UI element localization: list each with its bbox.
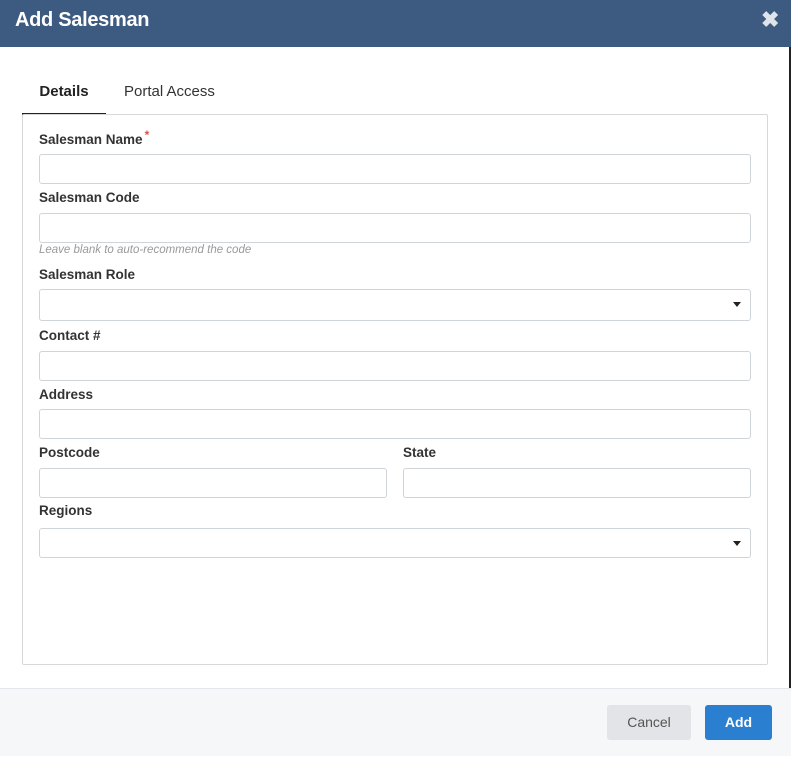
tab-portal-access[interactable]: Portal Access	[124, 72, 224, 115]
salesman-code-input[interactable]	[39, 213, 751, 243]
salesman-name-label-text: Salesman Name	[39, 132, 143, 147]
chevron-down-icon	[733, 541, 741, 546]
close-icon[interactable]: ✖	[761, 8, 781, 32]
add-salesman-dialog: Add Salesman ✖ Details Portal Access Sal…	[0, 0, 791, 756]
salesman-role-label: Salesman Role	[39, 267, 136, 282]
postcode-label: Postcode	[39, 445, 100, 460]
dialog-header: Add Salesman ✖	[0, 0, 791, 47]
postcode-input[interactable]	[39, 468, 387, 498]
dialog-title: Add Salesman	[15, 9, 150, 31]
salesman-code-label: Salesman Code	[39, 190, 140, 205]
contact-input[interactable]	[39, 351, 751, 381]
dialog-footer: Cancel Add	[0, 688, 791, 756]
salesman-name-input[interactable]	[39, 154, 751, 184]
regions-label: Regions	[39, 503, 93, 518]
salesman-code-hint: Leave blank to auto-recommend the code	[39, 244, 252, 256]
state-input[interactable]	[403, 468, 751, 498]
tab-bar: Details Portal Access	[22, 72, 768, 115]
state-label: State	[403, 445, 437, 460]
address-input[interactable]	[39, 409, 751, 439]
add-button[interactable]: Add	[705, 705, 772, 740]
tab-details[interactable]: Details	[22, 72, 106, 115]
salesman-role-select[interactable]	[39, 289, 751, 321]
regions-select[interactable]	[39, 528, 751, 558]
required-marker: *	[144, 128, 150, 142]
cancel-button[interactable]: Cancel	[607, 705, 691, 740]
address-label: Address	[39, 387, 94, 402]
chevron-down-icon	[733, 302, 741, 307]
salesman-name-label: Salesman Name *	[39, 128, 149, 147]
contact-label: Contact #	[39, 328, 101, 343]
